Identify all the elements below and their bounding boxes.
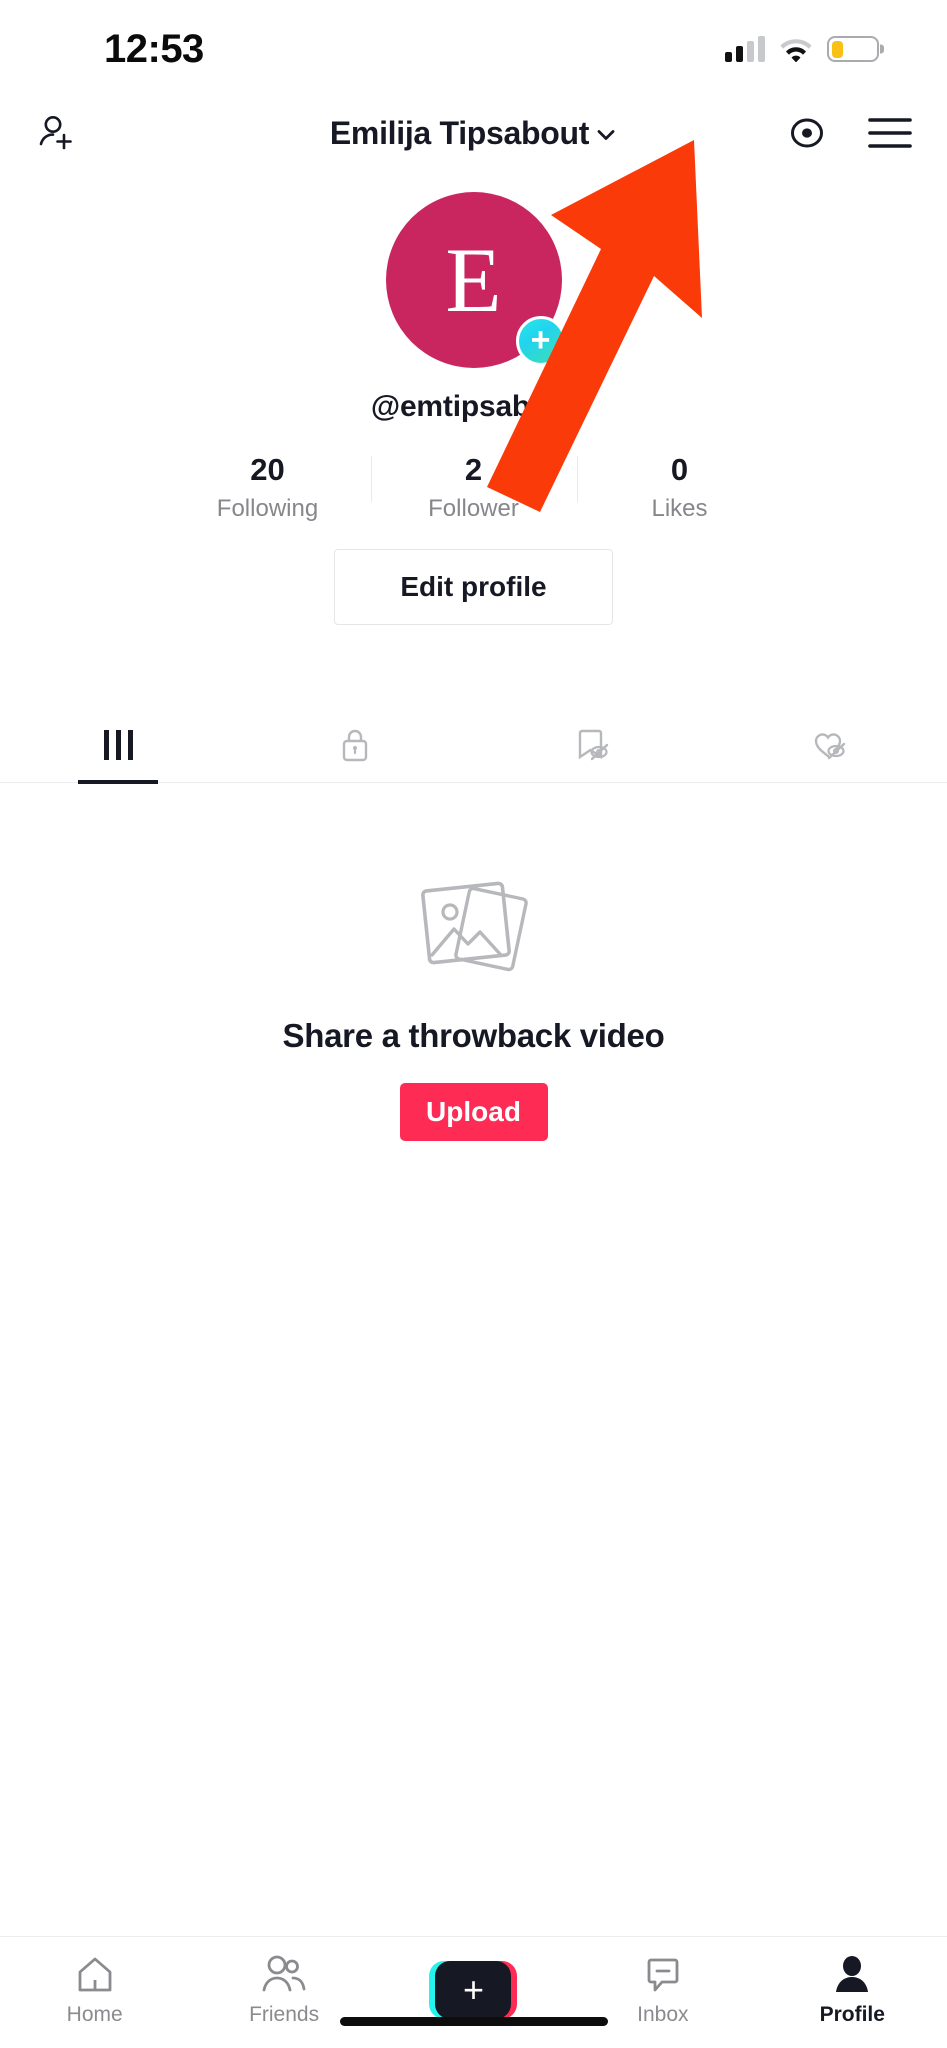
empty-state-title: Share a throwback video xyxy=(282,1017,665,1054)
stat-label: Follower xyxy=(428,495,519,522)
home-indicator xyxy=(339,2017,608,2026)
add-plus-badge-icon[interactable]: + xyxy=(515,316,566,366)
tab-saved[interactable] xyxy=(474,707,711,782)
status-time: 12:53 xyxy=(104,26,204,71)
chevron-down-icon xyxy=(597,130,615,140)
bookmark-hidden-icon xyxy=(578,729,609,760)
stat-label: Following xyxy=(216,495,319,522)
status-bar: 12:53 xyxy=(0,0,947,92)
nav-label: Friends xyxy=(249,2003,320,2026)
heart-hidden-icon xyxy=(814,732,845,759)
photo-stack-icon xyxy=(420,881,528,972)
tiktok-profile-screen: 12:53 Emilija Tipsabout E + @emtipsabout… xyxy=(0,0,947,2048)
profile-header: Emilija Tipsabout xyxy=(0,92,947,174)
empty-state: Share a throwback video Upload xyxy=(0,783,947,1936)
profile-section: E + @emtipsabout 20 Following 2 Follower… xyxy=(0,174,947,625)
profile-person-icon xyxy=(836,1956,869,1992)
wifi-icon xyxy=(780,39,812,62)
bottom-navigation: Home Friends + Inbox Profile xyxy=(0,1936,947,2048)
add-person-icon[interactable] xyxy=(34,111,78,155)
profile-tabs xyxy=(0,707,947,783)
stat-following[interactable]: 20 Following xyxy=(165,452,371,523)
tab-liked[interactable] xyxy=(710,707,947,782)
lock-icon xyxy=(342,729,368,761)
stat-value: 0 xyxy=(670,452,689,487)
create-plus-icon[interactable]: + xyxy=(429,1960,518,2019)
stat-value: 2 xyxy=(464,452,483,487)
nav-label: Profile xyxy=(819,2003,885,2026)
inbox-message-icon xyxy=(647,1958,679,1992)
status-indicators xyxy=(725,36,879,62)
profile-views-eye-icon[interactable] xyxy=(785,111,829,155)
nav-item-home[interactable]: Home xyxy=(20,1952,170,2027)
page-title: Emilija Tipsabout xyxy=(329,114,590,151)
grid-posts-icon xyxy=(103,729,133,760)
nav-label: Inbox xyxy=(637,2003,689,2026)
nav-label: Home xyxy=(66,2003,123,2026)
tab-videos[interactable] xyxy=(0,707,237,782)
hamburger-menu-icon[interactable] xyxy=(867,116,913,150)
stat-value: 20 xyxy=(250,452,285,487)
nav-item-inbox[interactable]: Inbox xyxy=(588,1952,738,2027)
stat-label: Likes xyxy=(651,495,708,522)
friends-icon xyxy=(262,1955,306,1992)
profile-stats: 20 Following 2 Follower 0 Likes xyxy=(165,452,783,523)
profile-handle: @emtipsabout xyxy=(370,390,577,423)
nav-item-profile[interactable]: Profile xyxy=(777,1952,927,2027)
stat-likes[interactable]: 0 Likes xyxy=(576,452,783,523)
edit-profile-button[interactable]: Edit profile xyxy=(334,549,613,625)
upload-button[interactable]: Upload xyxy=(399,1083,548,1141)
tab-private[interactable] xyxy=(237,707,474,782)
stat-followers[interactable]: 2 Follower xyxy=(370,452,577,523)
nav-item-create[interactable]: + xyxy=(398,1960,548,2019)
nav-item-friends[interactable]: Friends xyxy=(209,1952,359,2027)
battery-low-icon xyxy=(827,36,879,62)
cellular-signal-icon xyxy=(725,36,765,62)
avatar[interactable]: E + xyxy=(385,192,566,368)
home-icon xyxy=(78,1957,112,1992)
